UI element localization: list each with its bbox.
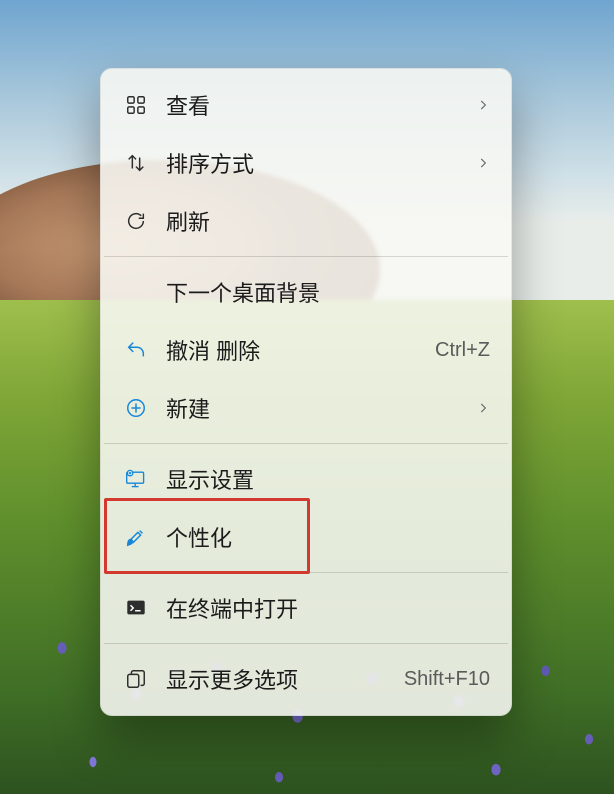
menu-item-label: 在终端中打开 — [166, 592, 490, 624]
menu-item-personalize[interactable]: 个性化 — [100, 508, 512, 566]
undo-icon — [120, 339, 152, 361]
menu-separator — [104, 572, 508, 573]
menu-separator — [104, 256, 508, 257]
menu-item-sort[interactable]: 排序方式 — [100, 134, 512, 192]
refresh-icon — [120, 210, 152, 232]
desktop-context-menu: 查看 排序方式 刷新 下一个桌面背景 撤消 删除 Ctrl+Z — [100, 68, 512, 716]
terminal-icon — [120, 597, 152, 619]
new-plus-icon — [120, 397, 152, 419]
menu-item-label: 查看 — [166, 89, 476, 121]
menu-item-label: 刷新 — [166, 205, 490, 237]
chevron-right-icon — [476, 150, 490, 176]
menu-separator — [104, 643, 508, 644]
view-grid-icon — [120, 94, 152, 116]
menu-item-open-in-terminal[interactable]: 在终端中打开 — [100, 579, 512, 637]
menu-item-label: 个性化 — [166, 521, 490, 553]
menu-item-label: 下一个桌面背景 — [166, 276, 490, 308]
show-more-icon — [120, 668, 152, 690]
menu-item-view[interactable]: 查看 — [100, 76, 512, 134]
menu-item-label: 新建 — [166, 392, 476, 424]
menu-item-refresh[interactable]: 刷新 — [100, 192, 512, 250]
menu-item-next-background[interactable]: 下一个桌面背景 — [100, 263, 512, 321]
chevron-right-icon — [476, 92, 490, 118]
sort-icon — [120, 152, 152, 174]
chevron-right-icon — [476, 395, 490, 421]
display-settings-icon — [120, 468, 152, 490]
menu-separator — [104, 443, 508, 444]
menu-item-display-settings[interactable]: 显示设置 — [100, 450, 512, 508]
menu-item-label: 显示更多选项 — [166, 663, 404, 695]
menu-item-label: 排序方式 — [166, 147, 476, 179]
menu-item-label: 显示设置 — [166, 463, 490, 495]
menu-item-label: 撤消 删除 — [166, 334, 435, 366]
menu-item-new[interactable]: 新建 — [100, 379, 512, 437]
menu-item-show-more-options[interactable]: 显示更多选项 Shift+F10 — [100, 650, 512, 708]
menu-item-shortcut: Shift+F10 — [404, 668, 490, 691]
menu-item-undo-delete[interactable]: 撤消 删除 Ctrl+Z — [100, 321, 512, 379]
menu-item-shortcut: Ctrl+Z — [435, 339, 490, 362]
personalize-brush-icon — [120, 526, 152, 548]
